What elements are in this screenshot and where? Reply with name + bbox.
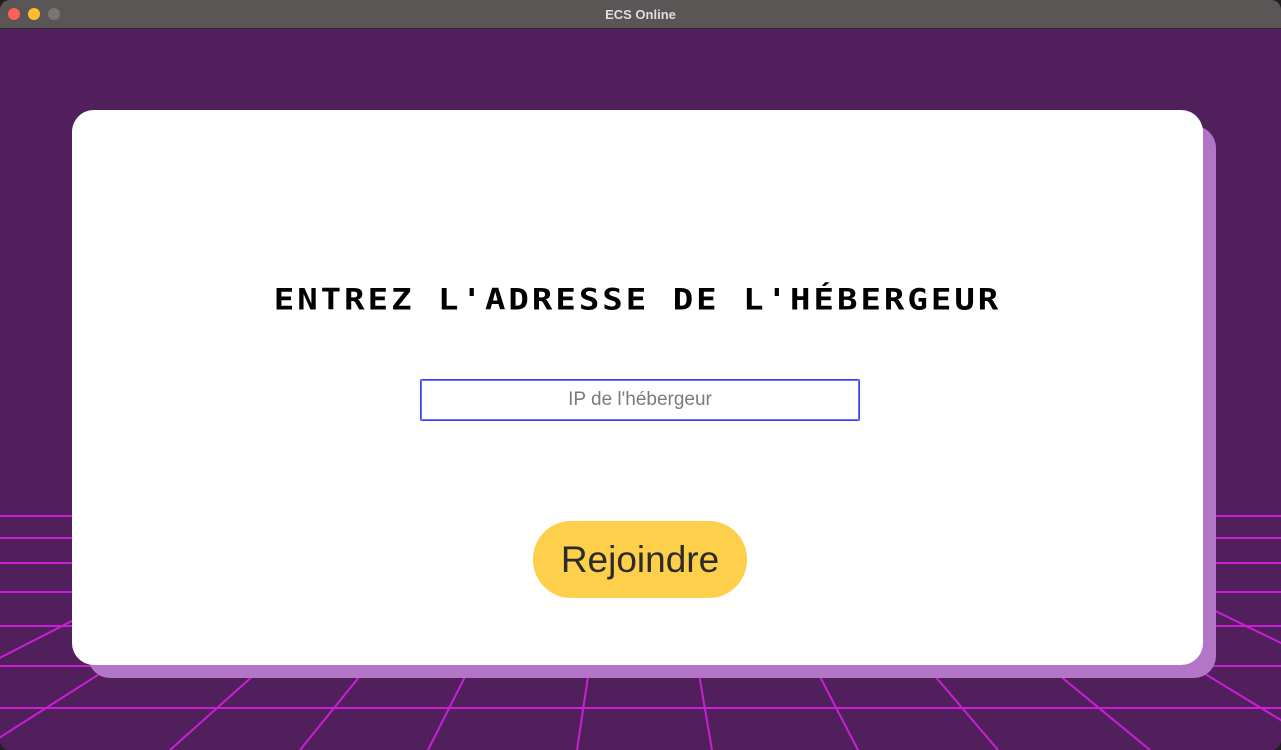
host-ip-input[interactable] xyxy=(420,379,860,421)
title-bar: ECS Online xyxy=(0,0,1281,29)
join-button[interactable]: Rejoindre xyxy=(533,521,747,598)
game-background: ENTREZ L'ADRESSE DE L'HÉBERGEUR Rejoindr… xyxy=(0,30,1281,750)
page-title: ENTREZ L'ADRESSE DE L'HÉBERGEUR xyxy=(273,283,1002,317)
window-title: ECS Online xyxy=(605,7,676,22)
app-window: ECS Online ENTREZ L'ADRESSE DE L'HÉBERGE… xyxy=(0,0,1281,750)
join-card: ENTREZ L'ADRESSE DE L'HÉBERGEUR Rejoindr… xyxy=(72,110,1203,665)
